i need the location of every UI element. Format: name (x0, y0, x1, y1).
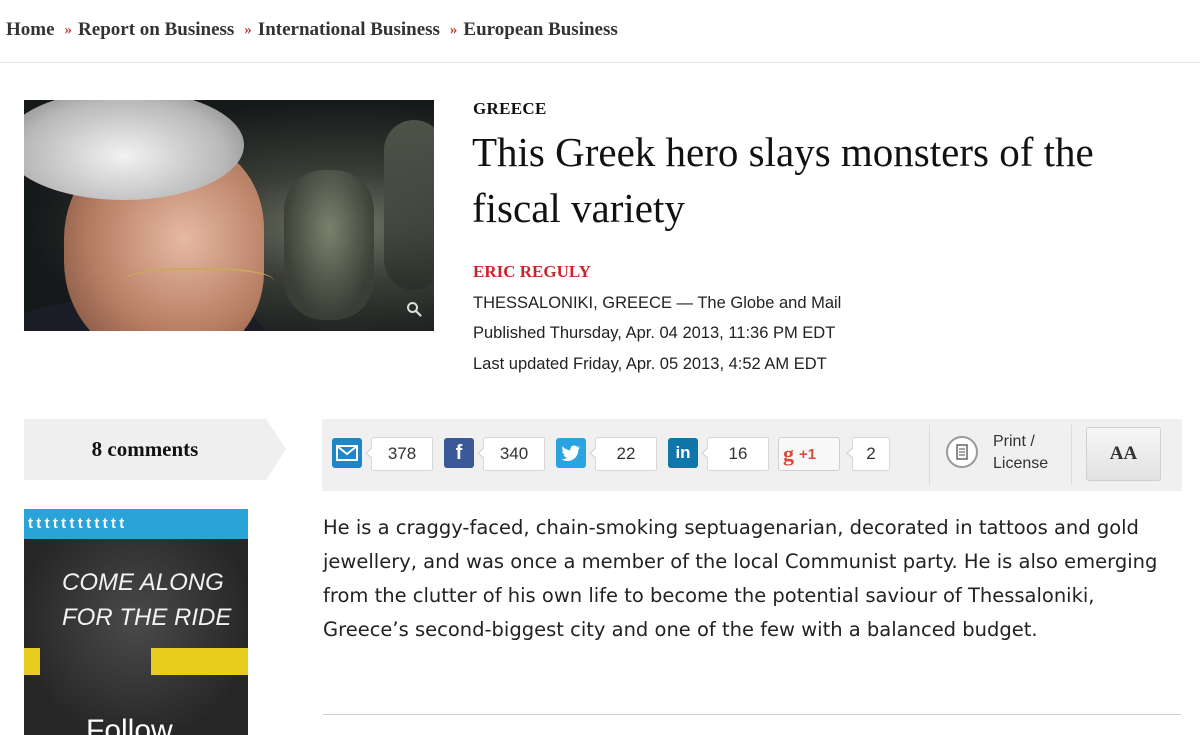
comments-arrow (266, 419, 286, 480)
ad-headline-line-1: COME ALONG (62, 569, 224, 596)
print-license-link[interactable]: Print / License (993, 431, 1048, 475)
ad-follow-text: Follow (86, 714, 173, 735)
license-label: License (993, 455, 1049, 472)
facebook-share-count: 340 (477, 437, 545, 471)
linkedin-icon: in (675, 443, 691, 462)
published-date: Published Thursday, Apr. 04 2013, 11:36 … (473, 324, 836, 342)
print-icon[interactable] (946, 436, 978, 468)
google-plus-icon: g (783, 441, 794, 466)
email-share-count: 378 (365, 437, 433, 471)
email-icon (336, 445, 358, 461)
comments-button[interactable]: 8 comments (24, 419, 266, 480)
ad-headline-line-2: FOR THE RIDE (62, 604, 232, 631)
breadcrumb-separator: » (64, 21, 73, 38)
article-photo[interactable] (24, 100, 434, 331)
section-label[interactable]: GREECE (473, 99, 547, 119)
font-size-button[interactable]: AA (1086, 427, 1161, 481)
breadcrumb-separator: » (244, 21, 252, 38)
headline-line-1: This Greek hero slays monsters of the (472, 129, 1094, 175)
dateline: THESSALONIKI, GREECE — The Globe and Mai… (473, 294, 842, 312)
breadcrumb-home-link[interactable]: Home (6, 19, 55, 41)
road-marking (24, 648, 40, 675)
email-share-button[interactable] (332, 438, 362, 468)
ad-top-strip: tttttttttttt (24, 509, 248, 539)
content-divider (323, 714, 1181, 715)
google-plus-count: 2 (846, 437, 890, 471)
facebook-share-button[interactable]: f (444, 438, 474, 468)
article-headline: This Greek hero slays monsters of the fi… (472, 124, 1192, 236)
breadcrumb-european-business-link[interactable]: European Business (463, 19, 617, 41)
header-divider (0, 62, 1200, 63)
article-body-paragraph: He is a craggy-faced, chain-smoking sept… (323, 516, 1158, 641)
google-plus-label: +1 (799, 445, 817, 463)
breadcrumb-report-on-business-link[interactable]: Report on Business (78, 19, 234, 41)
headline-line-2: fiscal variety (472, 185, 685, 231)
breadcrumb-international-business-link[interactable]: International Business (258, 19, 440, 41)
twitter-share-count: 22 (589, 437, 657, 471)
road-marking (151, 648, 248, 675)
advertisement[interactable]: tttttttttttt COME ALONG FOR THE RIDE Fol… (24, 509, 248, 735)
print-label: Print / (993, 433, 1035, 450)
zoom-icon[interactable] (406, 301, 422, 317)
google-plus-button[interactable]: g +1 (778, 437, 840, 471)
breadcrumb: Home » Report on Business » Internationa… (6, 18, 618, 42)
author-byline[interactable]: ERIC REGULY (473, 262, 591, 282)
twitter-bird-icon (561, 445, 580, 461)
linkedin-share-count: 16 (701, 437, 769, 471)
linkedin-share-button[interactable]: in (668, 438, 698, 468)
twitter-share-button[interactable] (556, 438, 586, 468)
facebook-icon: f (455, 441, 463, 464)
updated-date: Last updated Friday, Apr. 05 2013, 4:52 … (473, 355, 827, 373)
breadcrumb-separator: » (449, 21, 458, 38)
comments-count-label: 8 comments (91, 437, 199, 461)
